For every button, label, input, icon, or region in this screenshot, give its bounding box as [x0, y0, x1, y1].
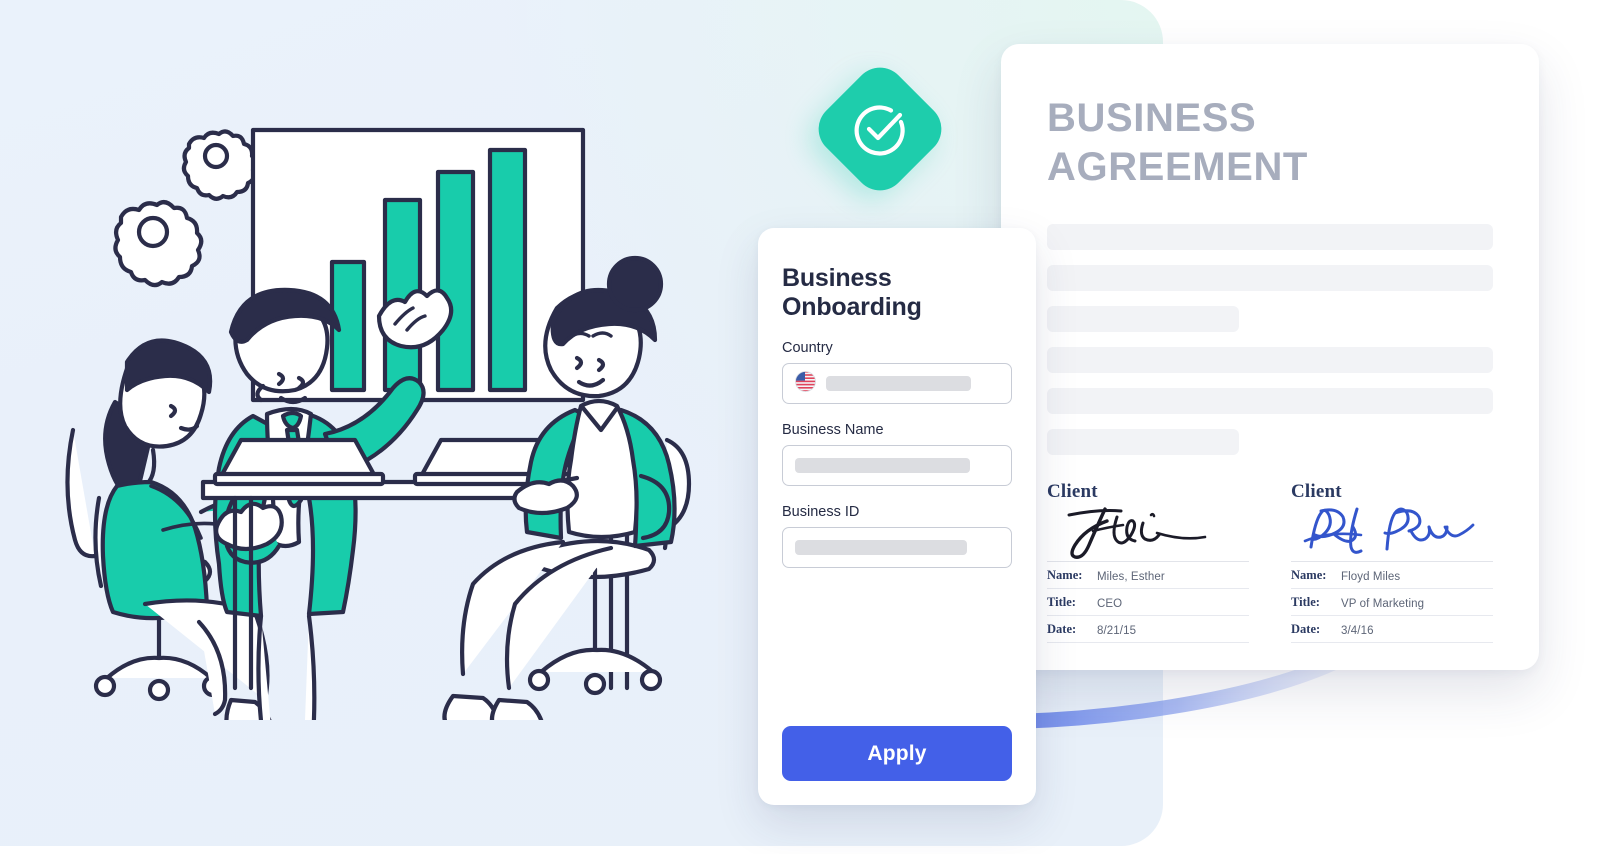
country-input[interactable] — [782, 363, 1012, 404]
signatory-heading: Client — [1291, 480, 1342, 502]
document-line — [1047, 428, 1239, 455]
apply-button[interactable]: Apply — [782, 726, 1012, 781]
detail-value: Miles, Esther — [1097, 570, 1165, 583]
detail-label: Name: — [1291, 567, 1327, 582]
country-value — [826, 376, 971, 391]
signature-image — [1047, 505, 1249, 561]
business-name-value — [795, 458, 970, 473]
signatory-block: Client — [1291, 481, 1493, 649]
document-line — [1047, 387, 1493, 414]
detail-row: Title: VP of Marketing — [1291, 595, 1493, 616]
business-id-value — [795, 540, 967, 555]
detail-value: 3/4/16 — [1341, 624, 1374, 637]
form-title: Business Onboarding — [782, 264, 922, 321]
business-team-meeting-illustration — [55, 110, 715, 787]
business-agreement-document-card: BUSINESS AGREEMENT Client Name: Miles, E… — [1001, 44, 1539, 670]
gear-icon — [181, 129, 258, 201]
country-label: Country — [782, 340, 833, 356]
detail-value: 8/21/15 — [1097, 624, 1137, 637]
signatory-block: Client — [1047, 481, 1249, 649]
signatory-heading: Client — [1047, 480, 1098, 502]
business-name-label: Business Name — [782, 422, 884, 438]
document-line — [1047, 346, 1493, 373]
gear-icon — [113, 200, 204, 288]
business-name-input[interactable] — [782, 445, 1012, 486]
document-body-placeholder-lines — [1047, 223, 1493, 455]
detail-row: Name: Miles, Esther — [1047, 568, 1249, 589]
business-id-field-group: Business ID — [782, 504, 1012, 568]
detail-row: Date: 8/21/15 — [1047, 622, 1249, 643]
verified-check-badge — [807, 56, 953, 202]
detail-label: Name: — [1047, 567, 1083, 582]
screenshot-root: BUSINESS AGREEMENT Client Name: Miles, E… — [0, 0, 1600, 854]
signature-section: Client Name: Miles, Esther Title: CEO Da… — [1047, 481, 1493, 649]
detail-value: VP of Marketing — [1341, 597, 1425, 610]
document-line — [1047, 264, 1493, 291]
document-line — [1047, 223, 1493, 250]
document-title: BUSINESS AGREEMENT — [1047, 96, 1308, 189]
signatory-details: Name: Miles, Esther Title: CEO Date: 8/2… — [1047, 568, 1249, 643]
business-id-input[interactable] — [782, 527, 1012, 568]
business-id-label: Business ID — [782, 504, 860, 520]
detail-label: Date: — [1047, 621, 1077, 636]
detail-row: Title: CEO — [1047, 595, 1249, 616]
business-onboarding-form-card: Business Onboarding Country Business Nam… — [758, 228, 1036, 805]
detail-label: Title: — [1047, 594, 1076, 609]
detail-label: Title: — [1291, 594, 1320, 609]
us-flag-icon — [795, 370, 816, 397]
detail-row: Name: Floyd Miles — [1291, 568, 1493, 589]
detail-value: Floyd Miles — [1341, 570, 1401, 583]
detail-label: Date: — [1291, 621, 1321, 636]
signature-image — [1291, 505, 1493, 561]
country-field-group: Country — [782, 340, 1012, 404]
detail-row: Date: 3/4/16 — [1291, 622, 1493, 643]
business-name-field-group: Business Name — [782, 422, 1012, 486]
check-circle-icon — [829, 78, 931, 180]
detail-value: CEO — [1097, 597, 1123, 610]
signatory-details: Name: Floyd Miles Title: VP of Marketing… — [1291, 568, 1493, 643]
document-line — [1047, 305, 1239, 332]
